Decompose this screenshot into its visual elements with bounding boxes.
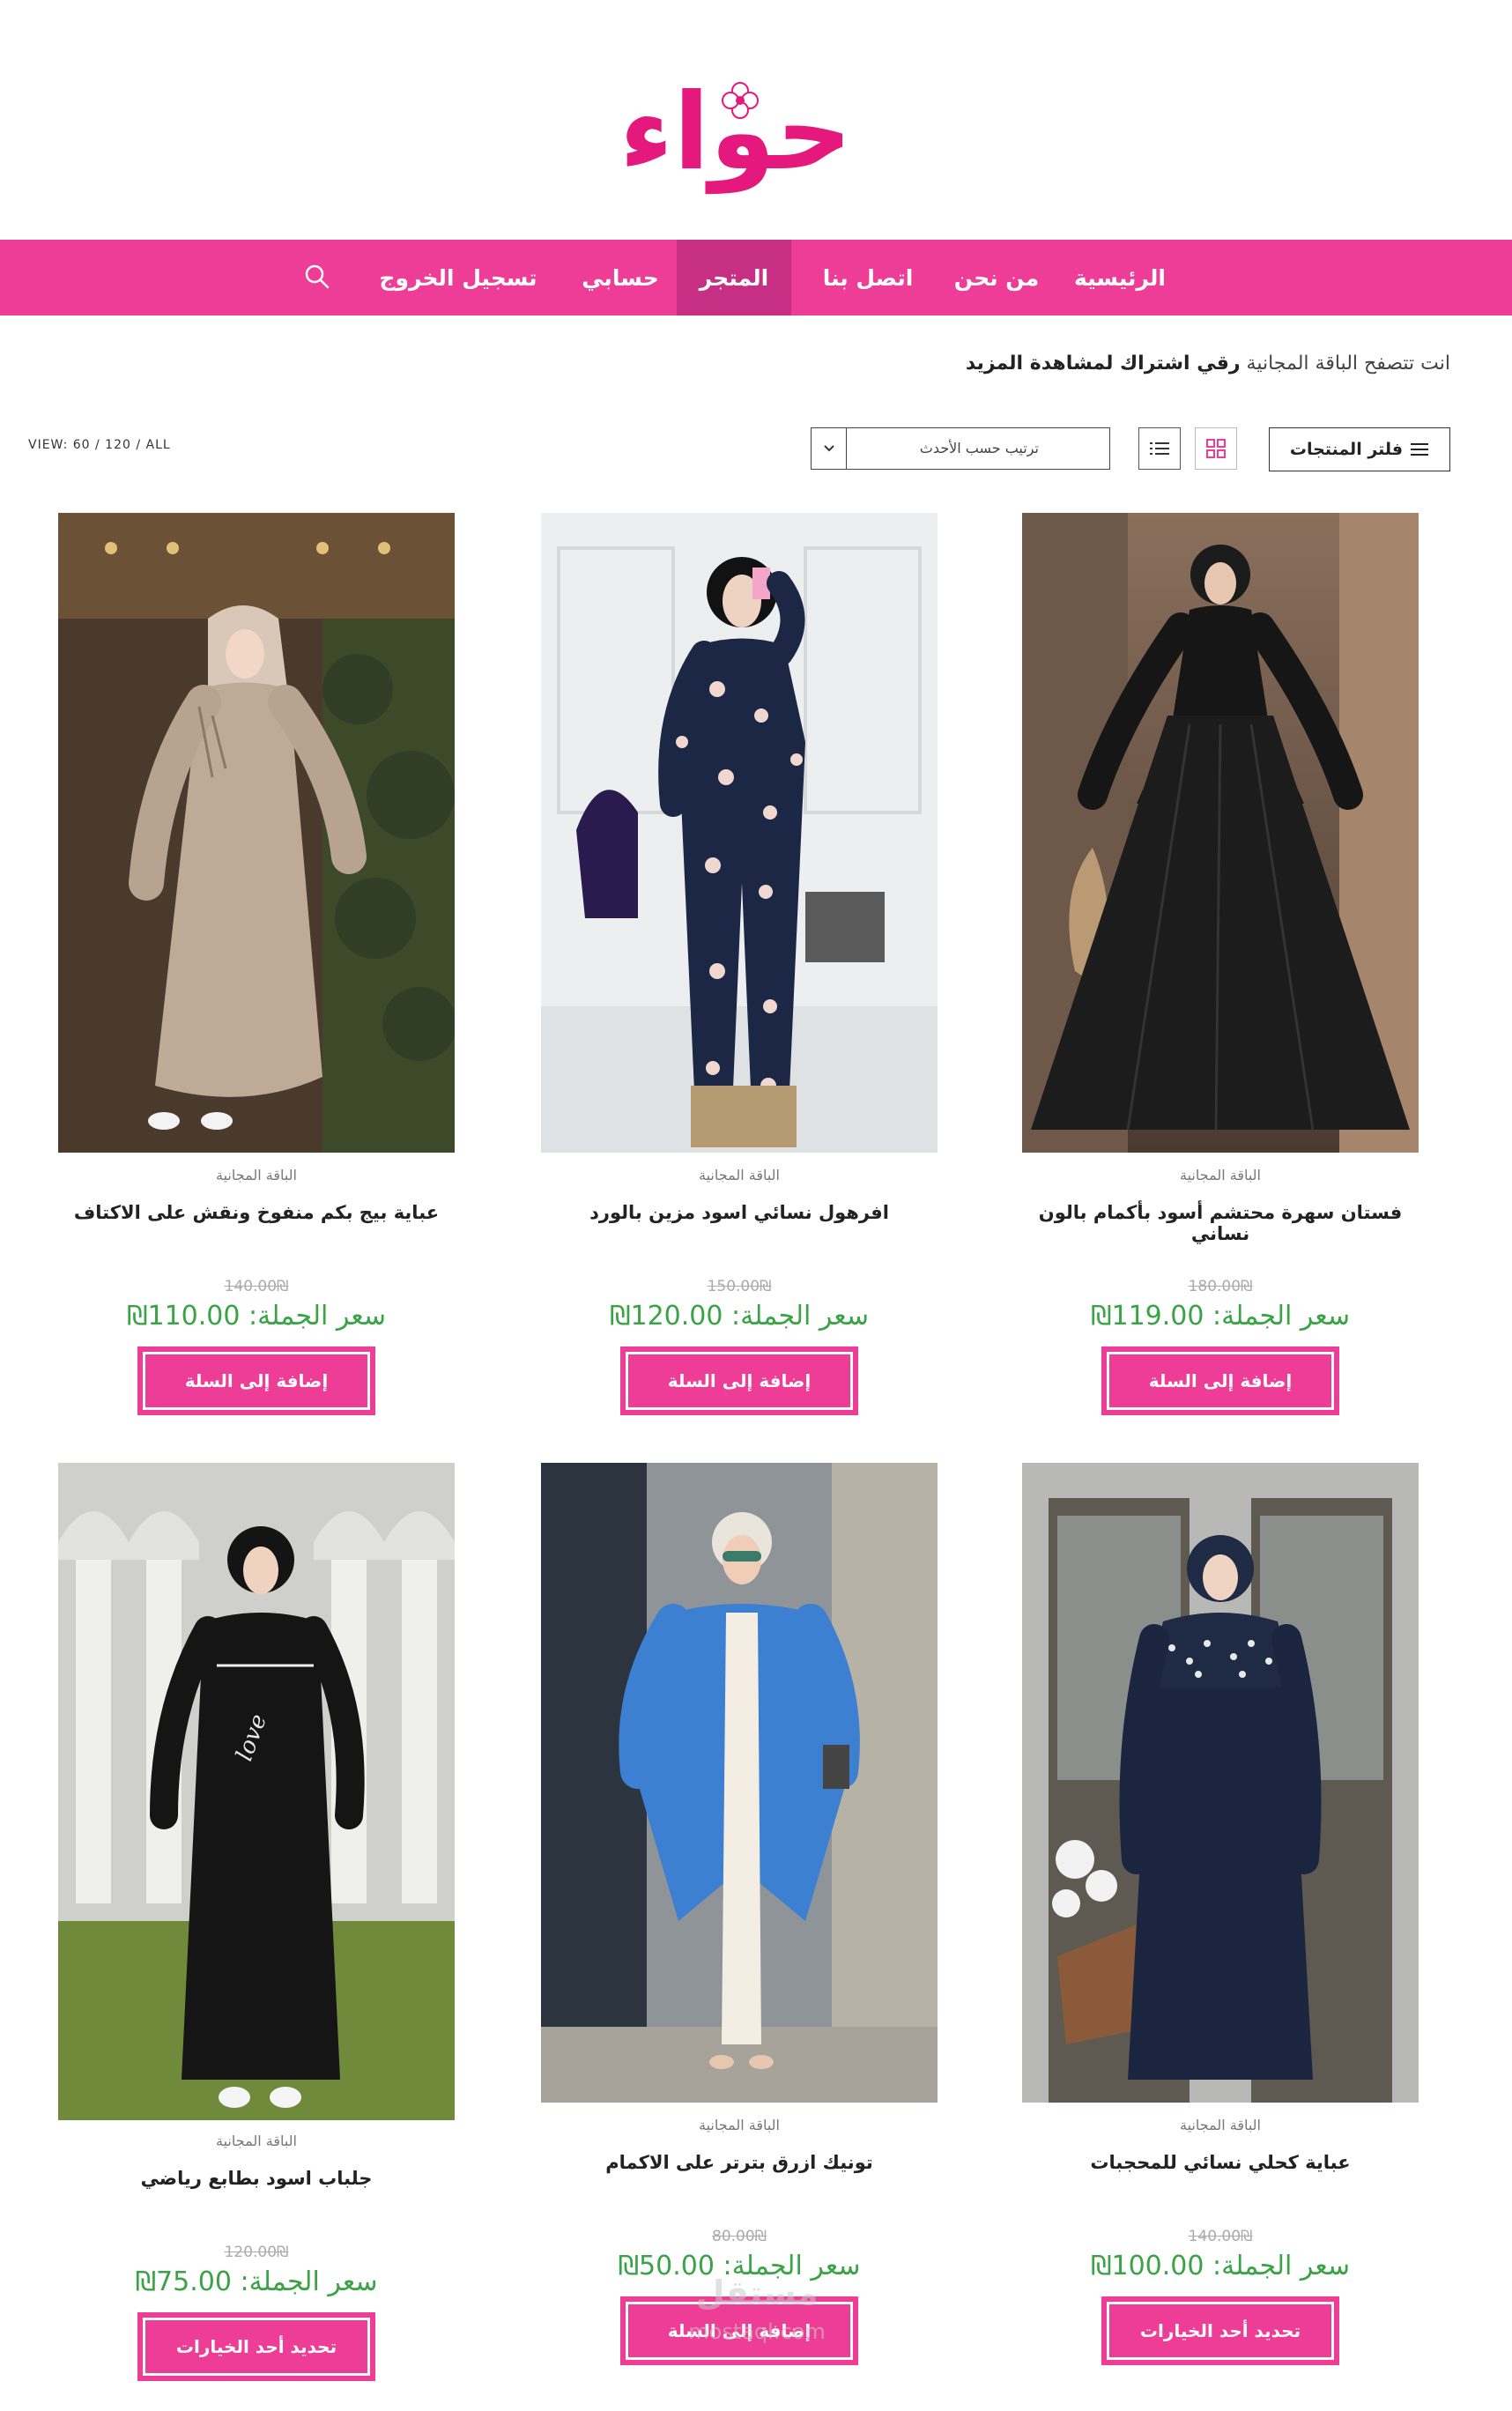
product-card: الباقة المجانية تونيك ازرق بترتر على الا… [541, 1463, 938, 2379]
search-icon[interactable] [301, 261, 333, 293]
nav-item-account[interactable]: حسابي [564, 240, 677, 315]
wholesale-price: سعر الجملة: 100.00₪ [1090, 2251, 1351, 2281]
old-price: 150.00₪ [707, 1278, 772, 1295]
product-title[interactable]: افرهول نسائي اسود مزين بالورد [541, 1202, 938, 1223]
old-price: 140.00₪ [1188, 2228, 1253, 2245]
nav-item-contact[interactable]: اتصل بنا [797, 240, 939, 315]
product-card: love الباقة المجانية جلباب اسود بطابع ري… [58, 1463, 455, 2397]
nav-item-logout[interactable]: تسجيل الخروج [361, 240, 555, 315]
product-card: الباقة المجانية عباية كحلي نسائي للمحجبا… [1022, 1463, 1419, 2379]
flower-icon [722, 82, 759, 119]
product-title[interactable]: جلباب اسود بطابع رياضي [58, 2168, 455, 2189]
view-count-selector[interactable]: VIEW: 60 / 120 / ALL [28, 438, 171, 452]
nav-item-about[interactable]: من نحن [939, 240, 1054, 315]
nav-item-home[interactable]: الرئيسية [1054, 240, 1186, 315]
watermark-text: مستقل [695, 2274, 819, 2312]
wholesale-price: سعر الجملة: 120.00₪ [609, 1301, 870, 1332]
product-image[interactable] [1022, 513, 1419, 1153]
product-title[interactable]: تونيك ازرق بترتر على الاكمام [541, 2152, 938, 2173]
list-view-button[interactable] [1138, 427, 1181, 470]
main-nav: الرئيسية من نحن اتصل بنا المتجر حسابي تس… [0, 240, 1512, 315]
sort-selected-value: ترتيب حسب الأحدث [919, 440, 1039, 456]
grid-icon [1206, 439, 1226, 458]
filter-products-button[interactable]: فلتر المنتجات [1269, 427, 1450, 471]
old-price: 80.00₪ [712, 2228, 767, 2245]
product-image[interactable] [541, 513, 938, 1153]
add-to-cart-button[interactable]: إضافة إلى السلة [1101, 1346, 1339, 1415]
filter-label: فلتر المنتجات [1289, 440, 1404, 459]
old-price: 120.00₪ [224, 2244, 289, 2261]
subscription-notice: انت تتصفح الباقة المجانية رقي اشتراك لمش… [966, 352, 1450, 388]
product-category: الباقة المجانية [1180, 1167, 1261, 1183]
product-image[interactable] [541, 1463, 938, 2103]
notice-text: انت تتصفح الباقة المجانية [1246, 352, 1450, 375]
product-category: الباقة المجانية [1180, 2117, 1261, 2133]
select-options-button[interactable]: تحديد أحد الخيارات [137, 2312, 375, 2381]
product-card: الباقة المجانية فستان سهرة محتشم أسود بأ… [1022, 513, 1419, 1429]
product-category: الباقة المجانية [699, 1167, 780, 1183]
product-title[interactable]: عباية بيج بكم منفوخ ونقش على الاكتاف [58, 1202, 455, 1223]
product-image[interactable] [1022, 1463, 1419, 2103]
product-image[interactable]: love [58, 1463, 455, 2120]
product-category: الباقة المجانية [216, 1167, 297, 1183]
wholesale-price: سعر الجملة: 110.00₪ [126, 1301, 387, 1332]
wholesale-price: سعر الجملة: 75.00₪ [135, 2266, 378, 2297]
add-to-cart-button[interactable]: إضافة إلى السلة [620, 1346, 858, 1415]
product-title[interactable]: فستان سهرة محتشم أسود بأكمام بالون نساني [1022, 1202, 1419, 1244]
product-category: الباقة المجانية [216, 2133, 297, 2149]
product-category: الباقة المجانية [699, 2117, 780, 2133]
upgrade-link[interactable]: رقي اشتراك لمشاهدة المزيد [966, 352, 1241, 375]
chevron-down-icon [812, 428, 847, 469]
add-to-cart-button[interactable]: إضافة إلى السلة [137, 1346, 375, 1415]
product-image[interactable] [58, 513, 455, 1153]
old-price: 140.00₪ [224, 1278, 289, 1295]
wholesale-price: سعر الجملة: 119.00₪ [1090, 1301, 1351, 1332]
grid-view-button[interactable] [1195, 427, 1237, 470]
product-title[interactable]: عباية كحلي نسائي للمحجبات [1022, 2152, 1419, 2173]
nav-item-shop[interactable]: المتجر [677, 240, 791, 315]
product-card: الباقة المجانية افرهول نسائي اسود مزين ب… [541, 513, 938, 1429]
old-price: 180.00₪ [1188, 1278, 1253, 1295]
select-options-button[interactable]: تحديد أحد الخيارات [1101, 2296, 1339, 2365]
watermark-url: mostaql.com [688, 2319, 826, 2344]
sort-select[interactable]: ترتيب حسب الأحدث [811, 427, 1110, 470]
menu-icon [1411, 443, 1429, 456]
site-logo[interactable]: حواء [573, 62, 899, 203]
product-card: الباقة المجانية عباية بيج بكم منفوخ ونقش… [58, 513, 455, 1429]
list-icon [1150, 442, 1169, 455]
